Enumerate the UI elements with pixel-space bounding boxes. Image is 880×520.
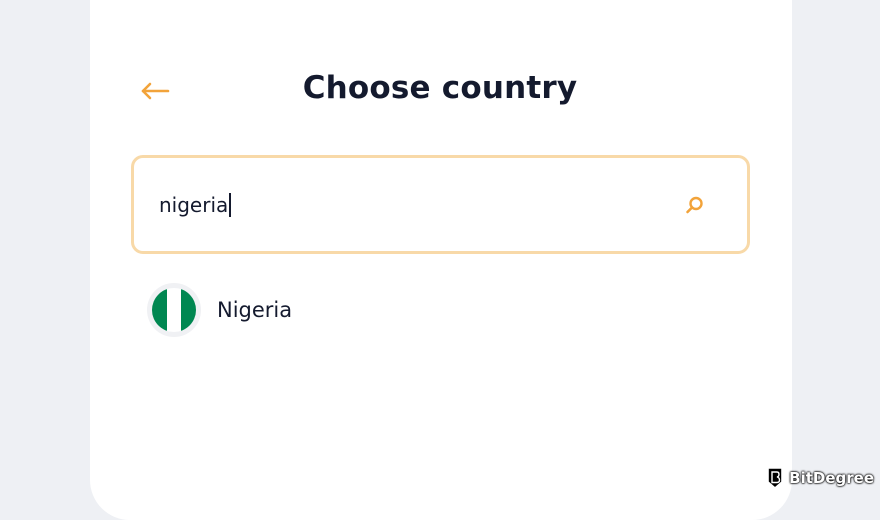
search-input-value: nigeria: [159, 193, 228, 217]
nigeria-flag-icon: [147, 283, 201, 337]
country-list-item[interactable]: Nigeria: [147, 282, 292, 338]
search-button[interactable]: [681, 191, 709, 219]
watermark-text: BitDegree: [789, 469, 874, 487]
search-icon: [685, 195, 705, 215]
text-caret: [229, 193, 231, 217]
watermark: BitDegree: [766, 467, 874, 489]
page-title: Choose country: [200, 70, 680, 106]
search-box[interactable]: nigeria: [131, 155, 750, 254]
country-name: Nigeria: [217, 298, 292, 322]
search-input[interactable]: nigeria: [159, 185, 681, 225]
arrow-left-icon: [140, 81, 170, 101]
bitdegree-logo-icon: [766, 467, 784, 489]
back-button[interactable]: [138, 74, 172, 108]
